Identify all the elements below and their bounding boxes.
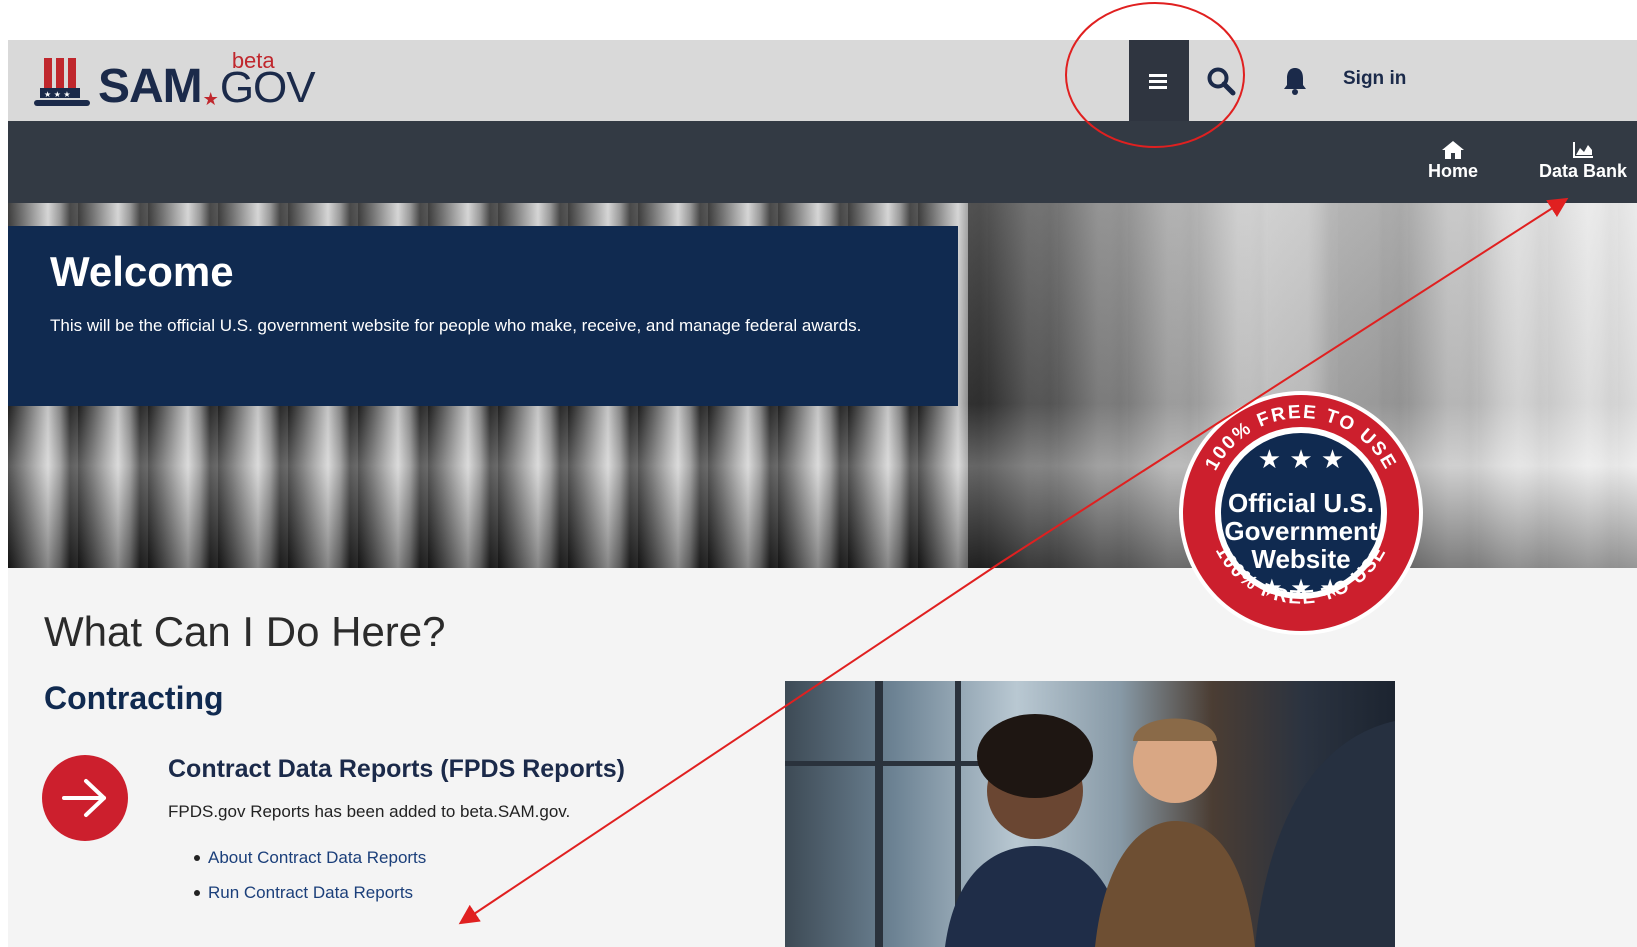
home-icon [1442, 141, 1464, 159]
official-website-badge: 100% FREE TO USE 100% FREE TO USE ★ ★ ★ … [1176, 388, 1426, 638]
nav-home[interactable]: Home [1418, 139, 1488, 182]
link-run-contract-data-reports[interactable]: Run Contract Data Reports [193, 880, 426, 915]
card-title[interactable]: Contract Data Reports (FPDS Reports) [168, 755, 625, 784]
nav-data-bank-label: Data Bank [1538, 161, 1628, 181]
hamburger-menu-button[interactable] [1129, 40, 1189, 121]
logo-sam-text: SAM [98, 60, 203, 113]
page-frame: ★ ★ ★ SAM ★ beta GOV Sign in Home Data B… [8, 40, 1637, 947]
nav-home-label: Home [1427, 161, 1478, 181]
card-links: About Contract Data Reports Run Contract… [193, 845, 426, 915]
badge-line2: Government [1224, 516, 1377, 546]
sam-logo[interactable]: ★ ★ ★ SAM ★ beta GOV [34, 50, 316, 113]
people-photo [785, 681, 1395, 947]
welcome-title: Welcome [50, 248, 234, 295]
bell-icon [1284, 67, 1306, 95]
chart-icon [1573, 142, 1593, 158]
badge-stars-top-icon: ★ ★ ★ [1258, 445, 1344, 475]
search-icon [1207, 67, 1236, 95]
uncle-sam-hat-icon: ★ ★ ★ [34, 58, 92, 110]
welcome-description: This will be the official U.S. governmen… [50, 316, 862, 335]
card-description: FPDS.gov Reports has been added to beta.… [168, 802, 571, 821]
contracting-heading: Contracting [44, 680, 224, 716]
main-nav: Home Data Bank [8, 121, 1637, 203]
sign-in-link[interactable]: Sign in [1343, 68, 1406, 90]
svg-text:★ ★ ★: ★ ★ ★ [44, 90, 71, 99]
logo-beta-text: beta [231, 48, 275, 73]
top-header: ★ ★ ★ SAM ★ beta GOV Sign in [8, 40, 1637, 121]
logo-star-icon: ★ [202, 89, 219, 109]
link-about-contract-data-reports[interactable]: About Contract Data Reports [193, 845, 426, 880]
badge-stars-bottom-icon: ★ ★ ★ [1261, 574, 1341, 602]
badge-line1: Official U.S. [1228, 488, 1374, 518]
badge-line3: Website [1251, 544, 1350, 574]
nav-data-bank[interactable]: Data Bank [1533, 139, 1633, 182]
hamburger-icon [1149, 73, 1167, 89]
section-heading: What Can I Do Here? [44, 608, 446, 655]
welcome-panel: Welcome This will be the official U.S. g… [8, 226, 958, 406]
search-button[interactable] [1196, 40, 1246, 121]
notifications-button[interactable] [1270, 40, 1320, 121]
arrow-right-icon[interactable] [42, 755, 128, 841]
